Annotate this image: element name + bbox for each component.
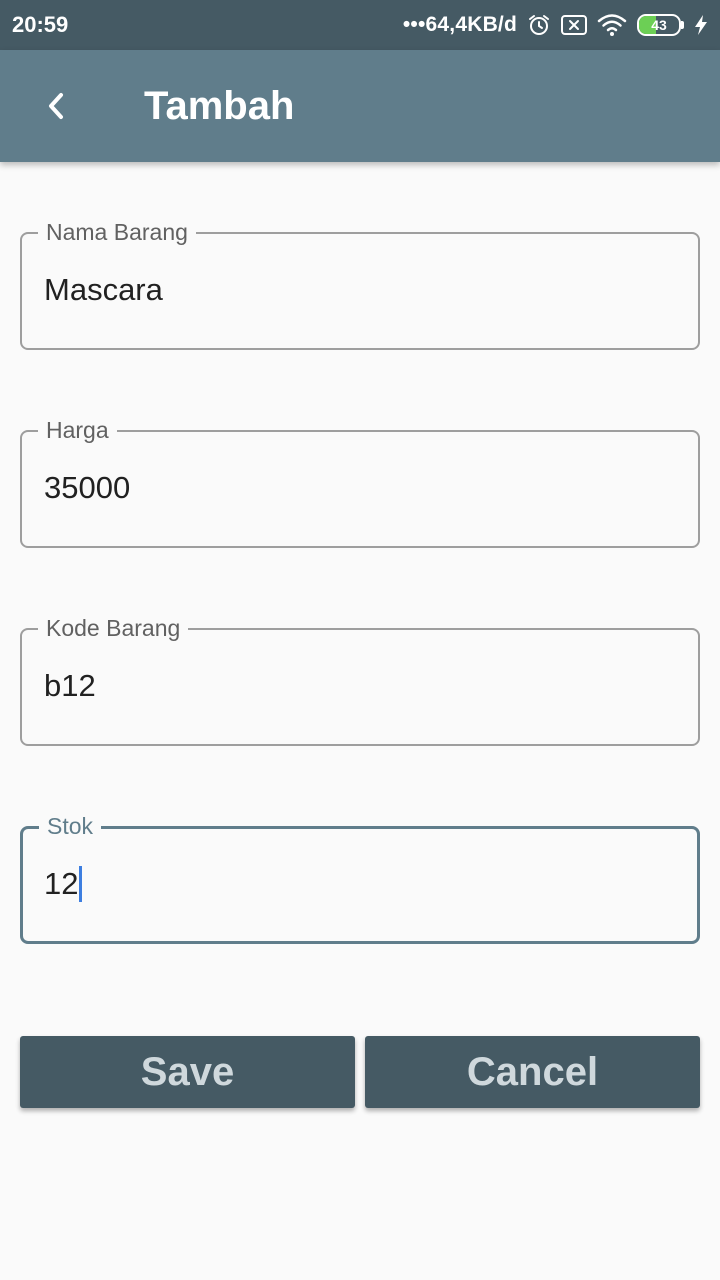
- battery-level: 43: [651, 17, 667, 33]
- kode-barang-label: Kode Barang: [38, 614, 189, 642]
- nama-barang-field[interactable]: Nama Barang Mascara: [20, 218, 700, 350]
- battery-icon: 43: [637, 14, 684, 36]
- chevron-left-icon: [49, 93, 63, 119]
- stok-value-wrapper[interactable]: 12: [44, 864, 83, 904]
- stok-field[interactable]: Stok 12: [20, 812, 700, 944]
- stok-value: 12: [44, 866, 79, 901]
- sim-off-icon: [561, 14, 587, 36]
- app-bar: Tambah: [0, 50, 720, 162]
- page-title: Tambah: [144, 83, 295, 128]
- save-button[interactable]: Save: [20, 1036, 355, 1108]
- text-caret: [79, 865, 83, 902]
- kode-barang-value[interactable]: b12: [44, 666, 96, 706]
- harga-value[interactable]: 35000: [44, 468, 130, 508]
- nama-barang-value[interactable]: Mascara: [44, 270, 163, 310]
- status-time: 20:59: [12, 12, 69, 37]
- harga-label: Harga: [38, 416, 117, 444]
- wifi-icon: [597, 13, 627, 37]
- harga-field[interactable]: Harga 35000: [20, 416, 700, 548]
- kode-barang-field[interactable]: Kode Barang b12: [20, 614, 700, 746]
- stok-label: Stok: [39, 812, 102, 840]
- status-bar: 20:59 •••64,4KB/d 43: [0, 0, 720, 50]
- charging-bolt-icon: [694, 14, 708, 36]
- network-speed: •••64,4KB/d: [402, 13, 517, 36]
- cancel-button[interactable]: Cancel: [365, 1036, 700, 1108]
- status-icons: •••64,4KB/d 43: [403, 13, 708, 37]
- alarm-icon: [527, 13, 551, 37]
- back-button[interactable]: [26, 76, 86, 136]
- nama-barang-label: Nama Barang: [38, 218, 196, 246]
